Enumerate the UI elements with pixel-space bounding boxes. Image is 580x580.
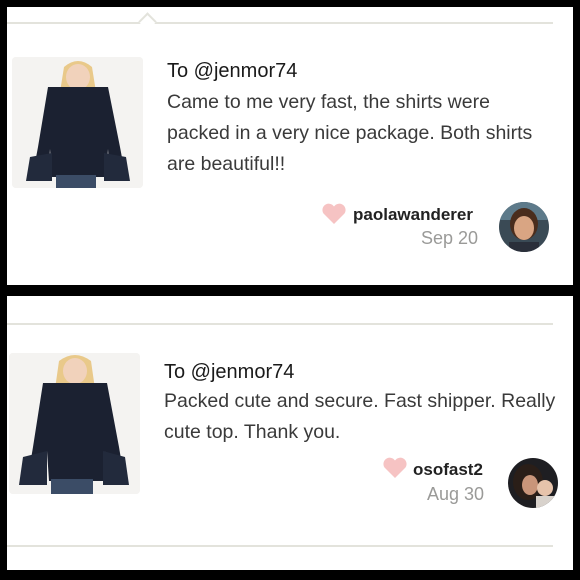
divider <box>7 323 553 325</box>
user-avatar[interactable] <box>499 202 549 252</box>
product-image[interactable] <box>9 353 140 494</box>
reviewer-username[interactable]: osofast2 <box>413 460 483 480</box>
divider <box>7 545 553 547</box>
user-avatar[interactable] <box>508 458 558 508</box>
heart-icon[interactable] <box>382 457 408 479</box>
reviewer-username[interactable]: paolawanderer <box>353 205 473 225</box>
review-recipient: To @jenmor74 <box>164 361 295 383</box>
review-message: Packed cute and secure. Fast shipper. Re… <box>164 390 556 443</box>
review-date: Sep 20 <box>421 228 479 248</box>
review-date: Aug 30 <box>427 484 485 504</box>
review-card: To @jenmor74 Packed cute and secure. Fas… <box>7 296 573 570</box>
review-card: To @jenmor74 Came to me very fast, the s… <box>7 7 573 285</box>
pointer-notch <box>138 12 157 31</box>
divider <box>7 22 553 24</box>
review-message: Came to me very fast, the shirts were pa… <box>167 91 533 175</box>
review-recipient: To @jenmor74 <box>167 60 298 82</box>
heart-icon[interactable] <box>321 203 347 225</box>
product-image[interactable] <box>12 57 143 188</box>
